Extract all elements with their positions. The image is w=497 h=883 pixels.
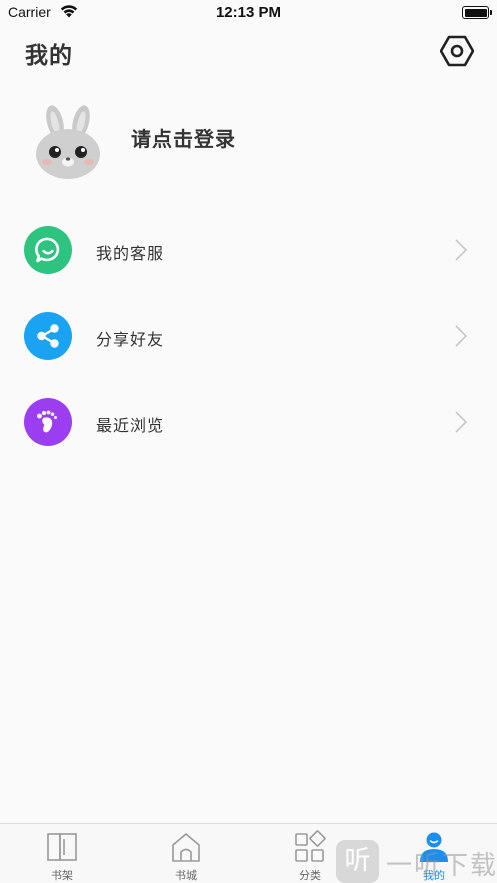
clock: 12:13 PM bbox=[215, 4, 282, 21]
watermark-text: 一听下载 bbox=[386, 851, 497, 881]
menu-label: 最近浏览 bbox=[96, 416, 165, 435]
avatar[interactable] bbox=[34, 104, 102, 180]
category-icon bbox=[295, 830, 326, 862]
menu-label: 我的客服 bbox=[96, 244, 165, 263]
footprint-icon bbox=[24, 398, 72, 446]
share-icon bbox=[24, 312, 72, 360]
status-bar: Carrier 12:13 PM bbox=[0, 0, 497, 26]
chevron-right-icon bbox=[455, 239, 468, 261]
settings-hexagon-icon bbox=[439, 35, 475, 67]
tab-label: 书架 bbox=[51, 869, 73, 882]
menu-item-customer-service[interactable]: 我的客服 bbox=[0, 215, 497, 285]
menu-item-share[interactable]: 分享好友 bbox=[0, 301, 497, 371]
login-prompt[interactable]: 请点击登录 bbox=[131, 123, 236, 152]
settings-button[interactable] bbox=[439, 34, 475, 68]
chevron-right-icon bbox=[455, 411, 468, 433]
battery-level bbox=[464, 8, 487, 17]
watermark: 听 一听下载 bbox=[336, 840, 497, 883]
battery-icon bbox=[462, 6, 492, 19]
bunny-avatar-icon bbox=[36, 105, 100, 179]
tab-label: 书城 bbox=[175, 869, 197, 882]
tab-bookstore[interactable]: 书城 bbox=[136, 824, 236, 883]
chevron-right-icon bbox=[455, 325, 468, 347]
tab-bookshelf[interactable]: 书架 bbox=[12, 824, 112, 883]
menu-item-recent[interactable]: 最近浏览 bbox=[0, 387, 497, 457]
menu-label: 分享好友 bbox=[96, 330, 165, 349]
page-title: 我的 bbox=[25, 43, 73, 69]
bookshelf-icon bbox=[47, 833, 77, 861]
home-icon bbox=[172, 833, 200, 862]
chat-bubble-icon bbox=[24, 226, 72, 274]
watermark-logo-icon: 听 bbox=[336, 840, 379, 883]
